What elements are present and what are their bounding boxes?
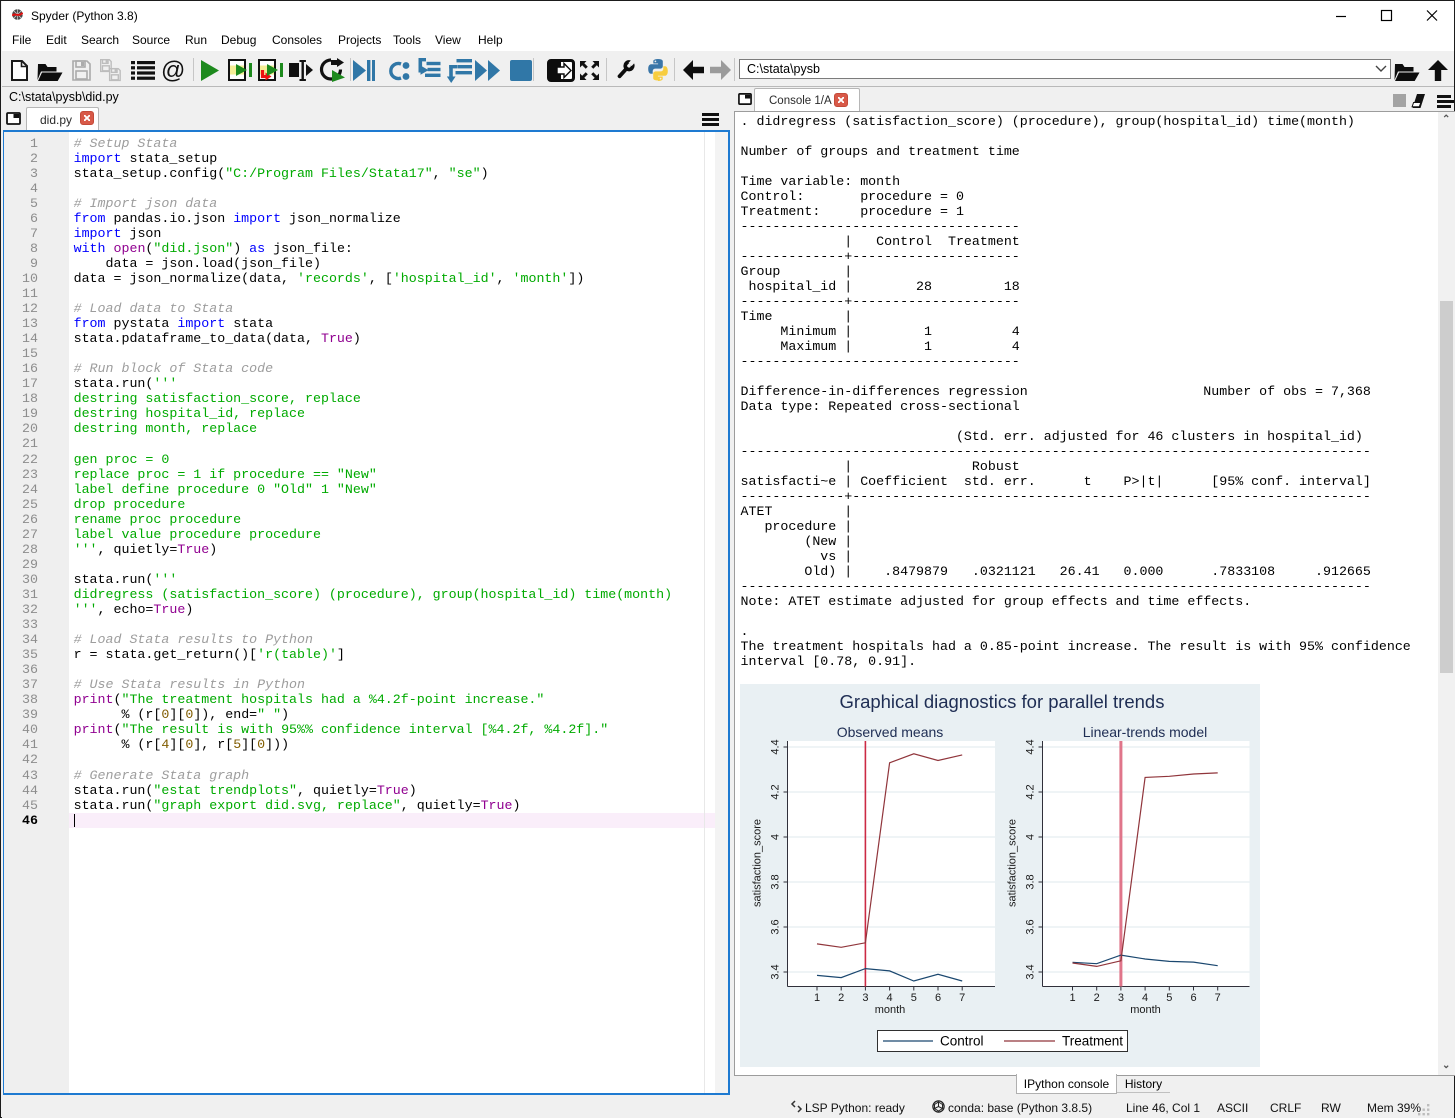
svg-text:4: 4	[1142, 992, 1148, 1004]
svg-text:4.4: 4.4	[770, 739, 782, 754]
svg-text:3: 3	[862, 992, 868, 1004]
svg-text:4.2: 4.2	[770, 784, 782, 799]
svg-text:Linear-trends model: Linear-trends model	[1083, 724, 1208, 740]
svg-text:2: 2	[838, 992, 844, 1004]
svg-text:3.6: 3.6	[770, 919, 782, 934]
svg-text:satisfaction_score: satisfaction_score	[752, 819, 764, 907]
svg-text:2: 2	[1094, 992, 1100, 1004]
svg-text:3: 3	[1118, 992, 1124, 1004]
svg-text:5: 5	[911, 992, 917, 1004]
svg-text:Control: Control	[940, 1034, 984, 1049]
svg-text:month: month	[875, 1004, 906, 1016]
svg-text:3.6: 3.6	[1025, 919, 1037, 934]
svg-text:4.4: 4.4	[1025, 739, 1037, 754]
svg-text:3.8: 3.8	[770, 874, 782, 889]
svg-text:satisfaction_score: satisfaction_score	[1007, 819, 1019, 907]
svg-text:5: 5	[1166, 992, 1172, 1004]
svg-text:Treatment: Treatment	[1062, 1034, 1123, 1049]
svg-text:3.4: 3.4	[770, 964, 782, 979]
svg-text:4.2: 4.2	[1025, 784, 1037, 799]
svg-text:7: 7	[959, 992, 965, 1004]
svg-text:6: 6	[1190, 992, 1196, 1004]
svg-text:4: 4	[1025, 834, 1037, 840]
svg-text:1: 1	[814, 992, 820, 1004]
svg-text:1: 1	[1069, 992, 1075, 1004]
svg-text:month: month	[1130, 1004, 1161, 1016]
svg-text:3.4: 3.4	[1025, 964, 1037, 979]
svg-text:4: 4	[770, 834, 782, 840]
svg-text:7: 7	[1215, 992, 1221, 1004]
svg-text:6: 6	[935, 992, 941, 1004]
svg-text:Graphical diagnostics for para: Graphical diagnostics for parallel trend…	[840, 691, 1165, 712]
svg-text:Observed means: Observed means	[837, 724, 944, 740]
svg-text:4: 4	[887, 992, 893, 1004]
svg-text:3.8: 3.8	[1025, 874, 1037, 889]
